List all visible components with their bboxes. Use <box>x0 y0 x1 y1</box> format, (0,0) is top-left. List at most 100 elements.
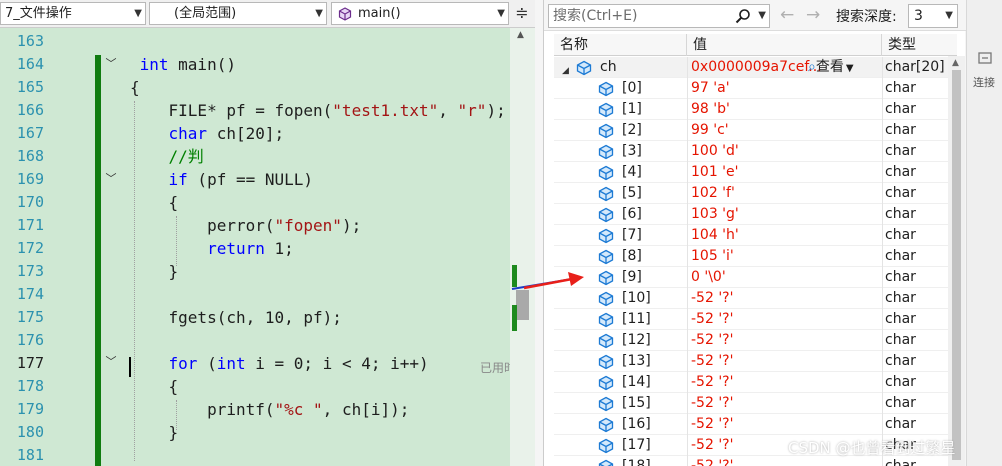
watch-name: [9] <box>622 269 642 285</box>
code-line[interactable]: } <box>130 421 179 444</box>
scrollbar-change-marker <box>512 305 517 331</box>
column-divider <box>882 330 883 351</box>
watch-value: -52 '?' <box>691 458 734 466</box>
watch-row[interactable]: [15] -52 '?' char <box>554 393 957 414</box>
watch-row[interactable]: [13] -52 '?' char <box>554 351 957 372</box>
watch-row[interactable]: [8] 105 'i' char <box>554 246 957 267</box>
scroll-up-arrow-icon[interactable]: ▲ <box>952 58 959 68</box>
watch-value-cell[interactable]: 0 '\0' <box>689 267 880 288</box>
collapse-chevron-icon[interactable]: ﹀ <box>104 57 118 71</box>
project-dropdown[interactable]: 7_文件操作 ▼ <box>0 2 146 25</box>
collapse-chevron-icon[interactable]: ﹀ <box>104 172 118 186</box>
watch-value-cell[interactable]: 99 'c' <box>689 120 880 141</box>
watch-row[interactable]: [6] 103 'g' char <box>554 204 957 225</box>
variable-icon <box>598 249 614 265</box>
watch-value-cell[interactable]: -52 '?' <box>689 309 880 330</box>
code-line[interactable]: FILE* pf = fopen("test1.txt", "r"); <box>130 99 506 122</box>
editor-vertical-scrollbar[interactable]: ▲ <box>510 28 535 466</box>
watch-type-cell: char <box>885 101 916 117</box>
code-line[interactable]: { <box>130 191 179 214</box>
watch-row[interactable]: [0] 97 'a' char <box>554 78 957 99</box>
column-header-value[interactable]: 值 <box>687 34 882 56</box>
watch-row[interactable]: [1] 98 'b' char <box>554 99 957 120</box>
code-line[interactable]: if (pf == NULL) <box>130 168 314 191</box>
function-dropdown[interactable]: main() ▼ <box>331 2 509 25</box>
code-line[interactable]: { <box>130 375 179 398</box>
watch-value-cell[interactable]: -52 '?' <box>689 330 880 351</box>
line-number: 181 <box>16 446 44 464</box>
search-next-arrow-icon[interactable]: → <box>806 5 820 25</box>
code-line[interactable]: //判 <box>130 145 204 168</box>
line-number: 171 <box>16 216 44 234</box>
watch-value-cell[interactable]: 100 'd' <box>689 141 880 162</box>
watch-value-cell[interactable]: 103 'g' <box>689 204 880 225</box>
column-header-name[interactable]: 名称 <box>554 34 687 56</box>
watch-value-cell[interactable]: 105 'i' <box>689 246 880 267</box>
watch-value-cell[interactable]: -52 '?' <box>689 393 880 414</box>
watch-row[interactable]: [16] -52 '?' char <box>554 414 957 435</box>
watch-value-cell[interactable]: -52 '?' <box>689 351 880 372</box>
watch-name-cell: [18] <box>554 456 687 466</box>
code-line[interactable]: perror("fopen"); <box>130 214 361 237</box>
watch-value-cell[interactable]: 97 'a' <box>689 78 880 99</box>
variable-icon <box>598 312 614 328</box>
variable-icon <box>598 396 614 412</box>
collapse-chevron-icon[interactable]: ﹀ <box>104 355 118 369</box>
watch-row[interactable]: [5] 102 'f' char <box>554 183 957 204</box>
watch-value-cell[interactable]: 98 'b' <box>689 99 880 120</box>
watch-row[interactable]: [7] 104 'h' char <box>554 225 957 246</box>
code-line-current[interactable]: for (int i = 0; i < 4; i++) <box>130 352 429 375</box>
watch-search-input[interactable]: 搜索(Ctrl+E) ▼ <box>548 4 770 28</box>
search-depth-dropdown[interactable]: 3 ▼ <box>908 4 958 28</box>
watch-value-cell[interactable]: -52 '?' <box>689 414 880 435</box>
watch-row[interactable]: [11] -52 '?' char <box>554 309 957 330</box>
scrollbar-thumb[interactable] <box>516 290 529 320</box>
code-line[interactable]: } <box>130 260 179 283</box>
watch-row[interactable]: [10] -52 '?' char <box>554 288 957 309</box>
watch-row[interactable]: [14] -52 '?' char <box>554 372 957 393</box>
code-line[interactable]: printf("%c ", ch[i]); <box>130 398 409 421</box>
watch-row-root[interactable]: ◢ ch 0x0000009a7cef... ⌕查看 ▼ char[20] <box>554 57 957 78</box>
watch-value-cell[interactable]: -52 '?' <box>689 372 880 393</box>
expand-triangle-icon[interactable]: ◢ <box>562 61 569 78</box>
watch-vertical-scrollbar[interactable]: ▲ <box>948 56 965 466</box>
variable-icon <box>598 144 614 160</box>
watch-value: -52 '?' <box>691 332 734 348</box>
search-previous-arrow-icon[interactable]: ← <box>780 5 794 25</box>
connect-icon[interactable] <box>977 50 993 66</box>
watch-value-cell[interactable]: 101 'e' <box>689 162 880 183</box>
watch-name-cell: [5] <box>554 183 687 204</box>
scroll-up-arrow-icon[interactable]: ▲ <box>517 30 524 40</box>
variable-icon <box>598 123 614 139</box>
code-editor[interactable]: 7_文件操作 ▼ (全局范围) ▼ main() ▼ ≑ 163 164 165… <box>0 0 535 466</box>
watch-row[interactable]: [9] 0 '\0' char <box>554 267 957 288</box>
code-line[interactable]: char ch[20]; <box>130 122 285 145</box>
code-line[interactable]: fgets(ch, 10, pf); <box>130 306 342 329</box>
split-window-button[interactable]: ≑ <box>512 2 532 25</box>
chevron-down-icon[interactable]: ▼ <box>758 5 766 27</box>
column-divider <box>687 330 688 351</box>
watch-name: [16] <box>622 416 651 432</box>
watch-value: 105 'i' <box>691 248 734 264</box>
watch-window: 搜索(Ctrl+E) ▼ ← → 搜索深度: 3 ▼ 名称 值 类型 ◢ ch … <box>543 0 966 466</box>
watch-value-cell[interactable]: 102 'f' <box>689 183 880 204</box>
code-line[interactable]: return 1; <box>130 237 294 260</box>
watch-row[interactable]: [4] 101 'e' char <box>554 162 957 183</box>
search-icon[interactable] <box>735 8 751 24</box>
watch-value-cell[interactable]: 104 'h' <box>689 225 880 246</box>
chevron-down-icon: ▼ <box>497 8 505 19</box>
watch-type-cell: char <box>885 332 916 348</box>
watch-name-cell: [13] <box>554 351 687 372</box>
watch-name-cell: ◢ ch <box>554 57 687 78</box>
watch-row[interactable]: [3] 100 'd' char <box>554 141 957 162</box>
watch-value-cell[interactable]: -52 '?' <box>689 288 880 309</box>
code-line[interactable]: int main() <box>130 53 236 76</box>
scrollbar-thumb[interactable] <box>952 70 961 460</box>
scope-dropdown[interactable]: (全局范围) ▼ <box>149 2 327 25</box>
column-header-type[interactable]: 类型 <box>882 34 957 56</box>
code-line[interactable]: { <box>130 76 140 99</box>
watch-row[interactable]: [12] -52 '?' char <box>554 330 957 351</box>
watch-row[interactable]: [2] 99 'c' char <box>554 120 957 141</box>
column-divider <box>882 120 883 141</box>
view-visualizer-button[interactable]: ⌕查看 ▼ <box>808 59 854 76</box>
